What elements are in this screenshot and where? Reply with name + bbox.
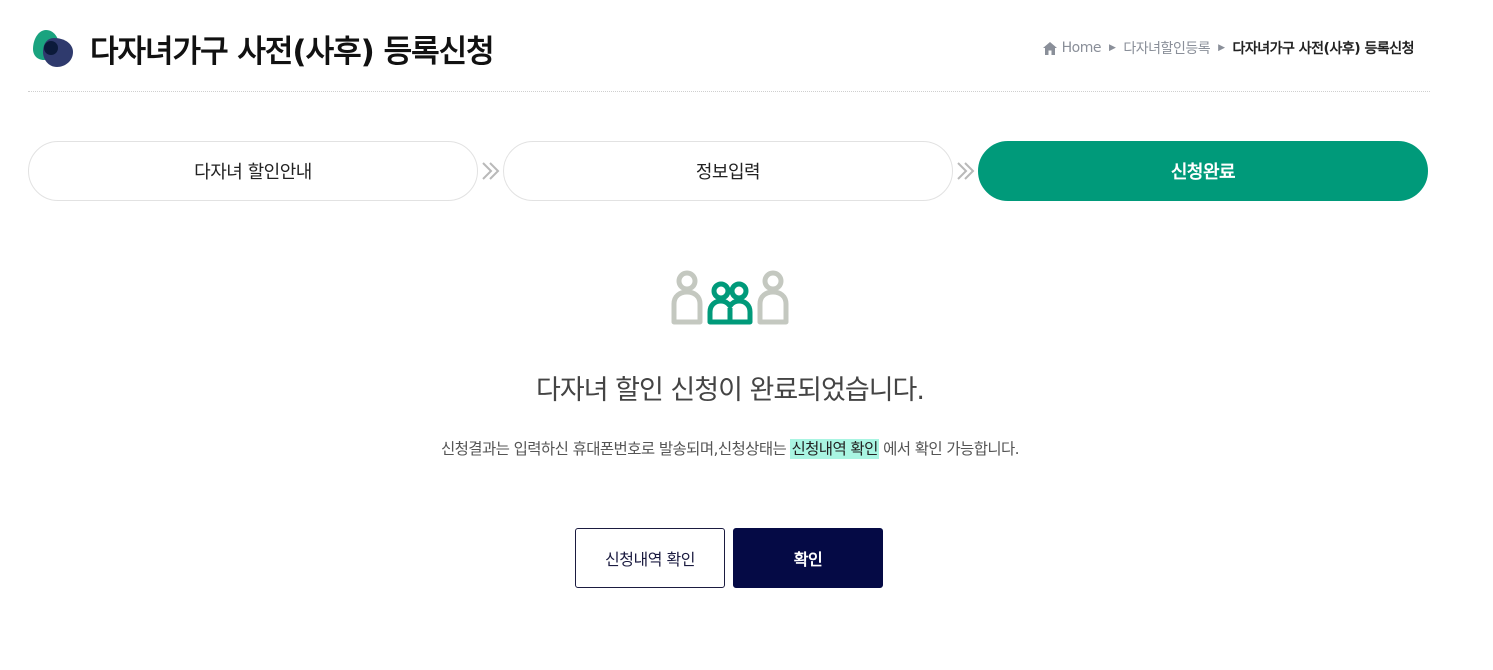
sub-message-text: 신청결과는 입력하신 휴대폰번호로 발송되며,신청상태는 bbox=[440, 440, 791, 458]
sub-message-text-end: 에서 확인 가능합니다. bbox=[878, 440, 1020, 458]
step-info-input: 정보입력 bbox=[503, 141, 953, 201]
completion-message: 다자녀 할인 신청이 완료되었습니다. bbox=[536, 375, 925, 406]
step-progress: 다자녀 할인안내 정보입력 신청완료 bbox=[28, 141, 1430, 201]
step-discount-guide: 다자녀 할인안내 bbox=[28, 141, 478, 201]
breadcrumb: Home ▶ 다자녀할인등록 ▶ 다자녀가구 사전(사후) 등록신청 bbox=[1042, 38, 1415, 58]
breadcrumb-item-discount-registration[interactable]: 다자녀할인등록 bbox=[1123, 38, 1210, 58]
breadcrumb-home-link[interactable]: Home bbox=[1062, 40, 1102, 56]
family-people-icon bbox=[671, 270, 789, 325]
triangle-right-icon: ▶ bbox=[1218, 43, 1225, 53]
page-title: 다자녀가구 사전(사후) 등록신청 bbox=[90, 34, 495, 70]
breadcrumb-item-current: 다자녀가구 사전(사후) 등록신청 bbox=[1232, 41, 1415, 57]
double-chevron-right-icon bbox=[482, 162, 500, 180]
leaf-logo-icon bbox=[33, 30, 73, 67]
triangle-right-icon: ▶ bbox=[1109, 43, 1116, 53]
double-chevron-right-icon bbox=[957, 162, 975, 180]
history-highlight-text: 신청내역 확인 bbox=[790, 439, 879, 459]
step-complete: 신청완료 bbox=[978, 141, 1428, 201]
home-icon bbox=[1042, 41, 1057, 55]
view-history-button[interactable]: 신청내역 확인 bbox=[575, 528, 725, 588]
completion-sub-message: 신청결과는 입력하신 휴대폰번호로 발송되며,신청상태는 신청내역 확인 에서 … bbox=[0, 437, 1460, 459]
confirm-button[interactable]: 확인 bbox=[733, 528, 883, 588]
page-header: 다자녀가구 사전(사후) 등록신청 Home ▶ 다자녀할인등록 ▶ 다자녀가구… bbox=[28, 24, 1430, 92]
